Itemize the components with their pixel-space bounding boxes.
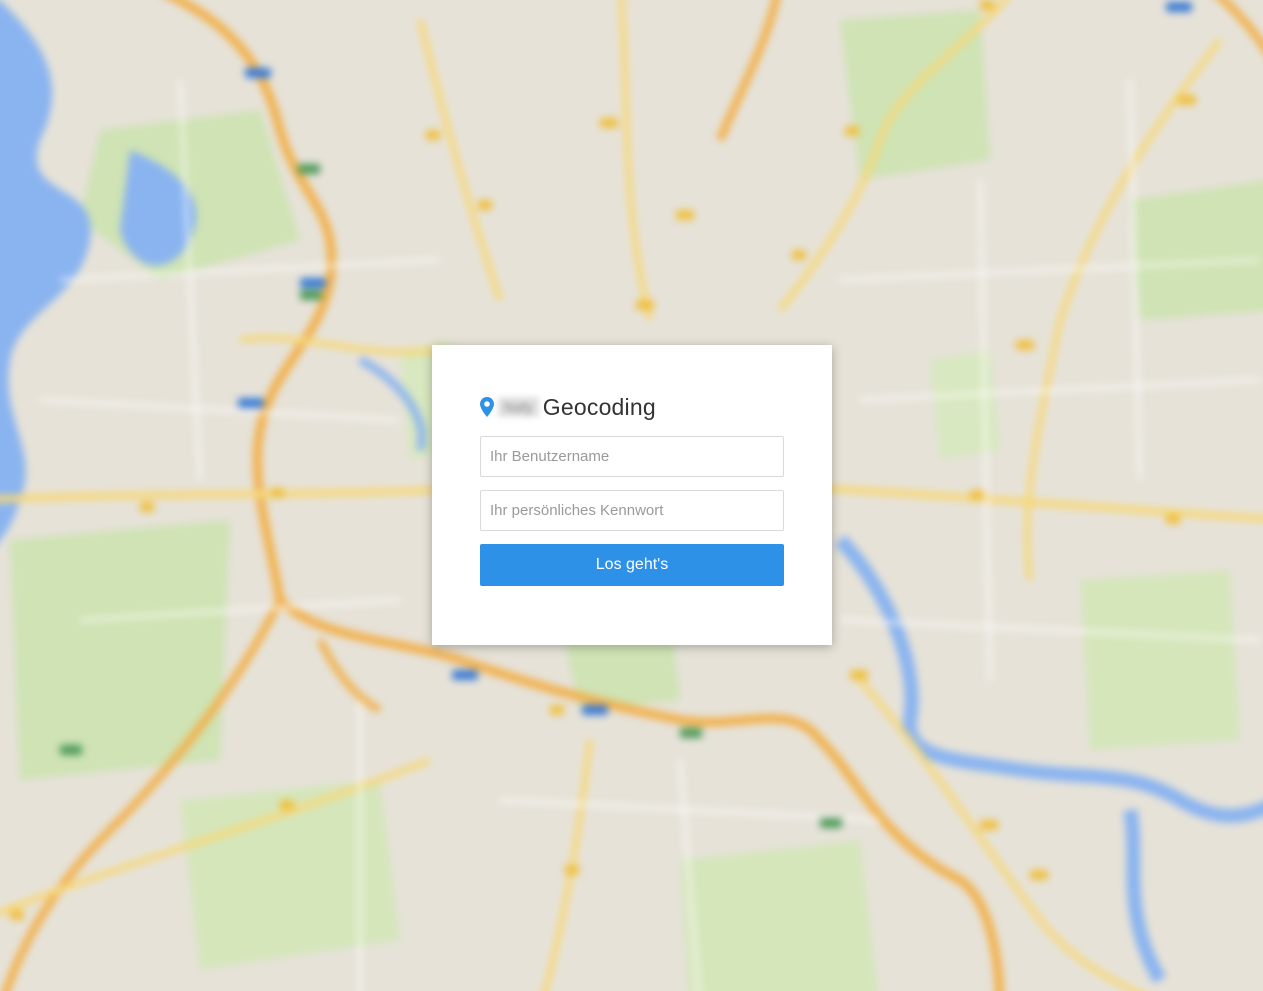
login-card: Nafy Geocoding Los geht's <box>432 345 832 645</box>
map-pin-icon <box>480 397 494 417</box>
login-title: Nafy Geocoding <box>480 393 784 421</box>
brand-name-blurred: Nafy <box>498 397 539 417</box>
app-title: Geocoding <box>542 393 656 420</box>
username-input[interactable] <box>480 436 784 477</box>
submit-button[interactable]: Los geht's <box>480 544 784 586</box>
password-input[interactable] <box>480 490 784 531</box>
